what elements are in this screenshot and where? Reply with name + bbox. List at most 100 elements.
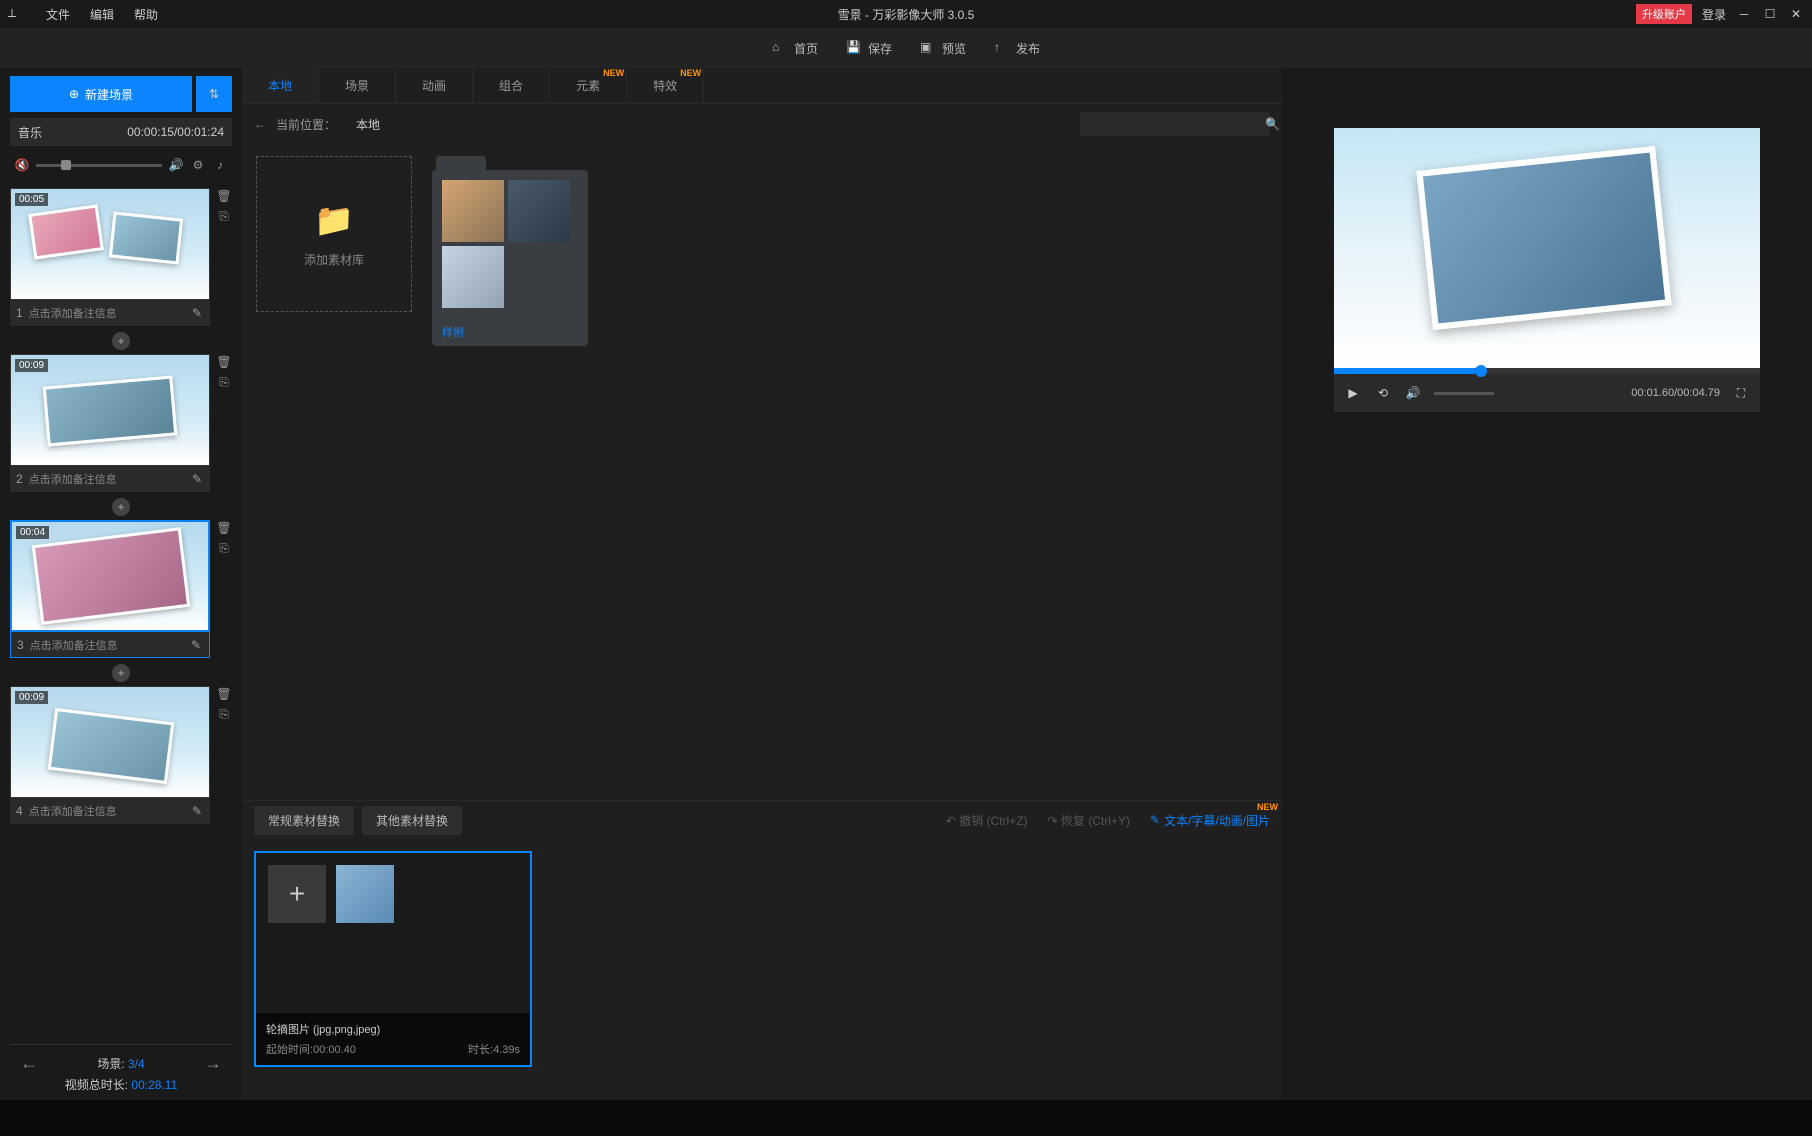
sort-icon: ⇅ <box>209 87 219 101</box>
music-track-row[interactable]: 音乐 00:00:15/00:01:24 <box>10 118 232 146</box>
copy-scene-icon[interactable]: ⎘ <box>216 208 232 224</box>
clip-area: + 轮摘图片 (jpg,png,jpeg) 起始时间:00:00.40 时长:4… <box>242 839 1282 1100</box>
sort-scenes-button[interactable]: ⇅ <box>196 76 232 112</box>
menu-edit[interactable]: 编辑 <box>80 6 124 23</box>
edit-note-icon[interactable]: ✎ <box>190 306 204 320</box>
edit-note-icon[interactable]: ✎ <box>190 472 204 486</box>
loop-button[interactable]: ⟲ <box>1374 384 1392 402</box>
music-time: 00:00:15/00:01:24 <box>127 125 224 139</box>
settings-icon[interactable]: ⚙ <box>190 157 206 173</box>
login-button[interactable]: 登录 <box>1702 6 1726 23</box>
scene-index: 4 <box>16 804 23 818</box>
prev-scene-button[interactable]: ← <box>20 1053 38 1074</box>
scene-note[interactable]: 点击添加备注信息 <box>30 637 183 653</box>
scene-duration: 00:09 <box>15 359 48 372</box>
save-button[interactable]: 💾保存 <box>846 40 892 57</box>
delete-scene-icon[interactable]: 🗑 <box>216 520 232 536</box>
asset-folder[interactable]: 样例 <box>432 156 588 346</box>
new-scene-button[interactable]: ⊕ 新建场景 <box>10 76 192 112</box>
minimize-icon[interactable]: ─ <box>1736 6 1752 22</box>
copy-scene-icon[interactable]: ⎘ <box>216 706 232 722</box>
main-toolbar: ⌂首页 💾保存 ▣预览 ↑发布 <box>0 28 1812 68</box>
sidebar-footer: ← 场景: 3/4 → 视频总时长: 00:28.11 <box>10 1044 232 1100</box>
text-subtitle-link[interactable]: ✎ 文本/字幕/动画/图片 NEW <box>1150 812 1270 829</box>
preview-progress[interactable] <box>1334 368 1760 374</box>
maximize-icon[interactable]: ☐ <box>1762 6 1778 22</box>
clip-duration: 4.39s <box>493 1044 520 1056</box>
tab-scene[interactable]: 场景 <box>319 68 396 103</box>
scene-item[interactable]: 00:04 🗑⎘ 3 点击添加备注信息 ✎ <box>10 520 232 658</box>
next-scene-button[interactable]: → <box>204 1053 222 1074</box>
tab-compose[interactable]: 组合 <box>473 68 550 103</box>
upload-icon: ↑ <box>994 40 1010 56</box>
publish-button[interactable]: ↑发布 <box>994 40 1040 57</box>
preview-time: 00:01.60/00:04.79 <box>1631 387 1720 399</box>
edit-note-icon[interactable]: ✎ <box>190 804 204 818</box>
preview-screen <box>1334 128 1760 368</box>
folder-name: 样例 <box>432 318 588 346</box>
delete-scene-icon[interactable]: 🗑 <box>216 686 232 702</box>
music-label: 音乐 <box>18 124 42 141</box>
volume-max-icon[interactable]: 🔊 <box>168 157 184 173</box>
add-clip-image-button[interactable]: + <box>268 865 326 923</box>
upgrade-button[interactable]: 升级账户 <box>1636 4 1692 24</box>
asset-grid: 📁 添加素材库 样例 <box>242 144 1282 800</box>
volume-row: 🔇 🔊 ⚙ ♪ <box>10 150 232 180</box>
clip-title: 轮摘图片 (jpg,png,jpeg) <box>266 1021 520 1037</box>
scene-index: 3 <box>17 638 24 652</box>
copy-scene-icon[interactable]: ⎘ <box>216 374 232 390</box>
preview-controls: ▶ ⟲ 🔊 00:01.60/00:04.79 ⛶ <box>1334 374 1760 412</box>
volume-button[interactable]: 🔊 <box>1404 384 1422 402</box>
preview-photo <box>1416 146 1671 330</box>
scene-note[interactable]: 点击添加备注信息 <box>29 803 184 819</box>
scene-counter: 3/4 <box>128 1057 145 1071</box>
window-title: 雪景 - 万彩影像大师 3.0.5 <box>838 6 975 23</box>
edit-note-icon[interactable]: ✎ <box>189 638 203 652</box>
tab-effect[interactable]: 特效NEW <box>627 68 704 103</box>
volume-slider[interactable] <box>36 164 162 167</box>
breadcrumb-location: 本地 <box>356 116 380 133</box>
search-icon[interactable]: 🔍 <box>1265 117 1280 131</box>
preview-button[interactable]: ▣预览 <box>920 40 966 57</box>
clip-thumbnail[interactable] <box>336 865 394 923</box>
bottom-tabs: 常规素材替换 其他素材替换 ↶ 撤销 (Ctrl+Z) ↷ 恢复 (Ctrl+Y… <box>242 801 1282 839</box>
add-asset-library-button[interactable]: 📁 添加素材库 <box>256 156 412 312</box>
add-scene-between-button[interactable]: + <box>112 664 130 682</box>
app-logo: ⟂ <box>8 6 24 22</box>
scene-item[interactable]: 00:09 🗑⎘ 4 点击添加备注信息 ✎ <box>10 686 232 824</box>
scene-item[interactable]: 00:09 🗑⎘ 2 点击添加备注信息 ✎ <box>10 354 232 492</box>
tab-element[interactable]: 元素NEW <box>550 68 627 103</box>
search-input[interactable] <box>1088 117 1265 132</box>
new-badge: NEW <box>1257 802 1278 812</box>
scene-item[interactable]: 00:05 🗑⎘ 1 点击添加备注信息 ✎ <box>10 188 232 326</box>
folder-thumb <box>442 180 504 242</box>
titlebar: ⟂ 文件 编辑 帮助 雪景 - 万彩影像大师 3.0.5 升级账户 登录 ─ ☐… <box>0 0 1812 28</box>
clip-start-time: 00:00.40 <box>313 1044 356 1056</box>
copy-scene-icon[interactable]: ⎘ <box>216 540 232 556</box>
search-box[interactable]: 🔍 <box>1080 112 1270 136</box>
add-scene-between-button[interactable]: + <box>112 332 130 350</box>
fullscreen-button[interactable]: ⛶ <box>1732 384 1750 402</box>
volume-mute-icon[interactable]: 🔇 <box>14 157 30 173</box>
tab-animation[interactable]: 动画 <box>396 68 473 103</box>
tab-other-replace[interactable]: 其他素材替换 <box>362 806 462 835</box>
menu-file[interactable]: 文件 <box>36 6 80 23</box>
back-button[interactable]: ← <box>254 117 266 131</box>
bottom-panel: 常规素材替换 其他素材替换 ↶ 撤销 (Ctrl+Z) ↷ 恢复 (Ctrl+Y… <box>242 800 1282 1100</box>
tab-regular-replace[interactable]: 常规素材替换 <box>254 806 354 835</box>
delete-scene-icon[interactable]: 🗑 <box>216 354 232 370</box>
home-button[interactable]: ⌂首页 <box>772 40 818 57</box>
music-add-icon[interactable]: ♪ <box>212 157 228 173</box>
delete-scene-icon[interactable]: 🗑 <box>216 188 232 204</box>
folder-plus-icon: 📁 <box>314 201 354 239</box>
add-scene-between-button[interactable]: + <box>112 498 130 516</box>
close-icon[interactable]: ✕ <box>1788 6 1804 22</box>
scene-note[interactable]: 点击添加备注信息 <box>29 305 184 321</box>
tab-local[interactable]: 本地 <box>242 68 319 103</box>
statusbar <box>0 1100 1812 1136</box>
clip-card[interactable]: + 轮摘图片 (jpg,png,jpeg) 起始时间:00:00.40 时长:4… <box>254 851 532 1067</box>
scene-note[interactable]: 点击添加备注信息 <box>29 471 184 487</box>
preview-volume-slider[interactable] <box>1434 392 1494 395</box>
play-button[interactable]: ▶ <box>1344 384 1362 402</box>
menu-help[interactable]: 帮助 <box>124 6 168 23</box>
